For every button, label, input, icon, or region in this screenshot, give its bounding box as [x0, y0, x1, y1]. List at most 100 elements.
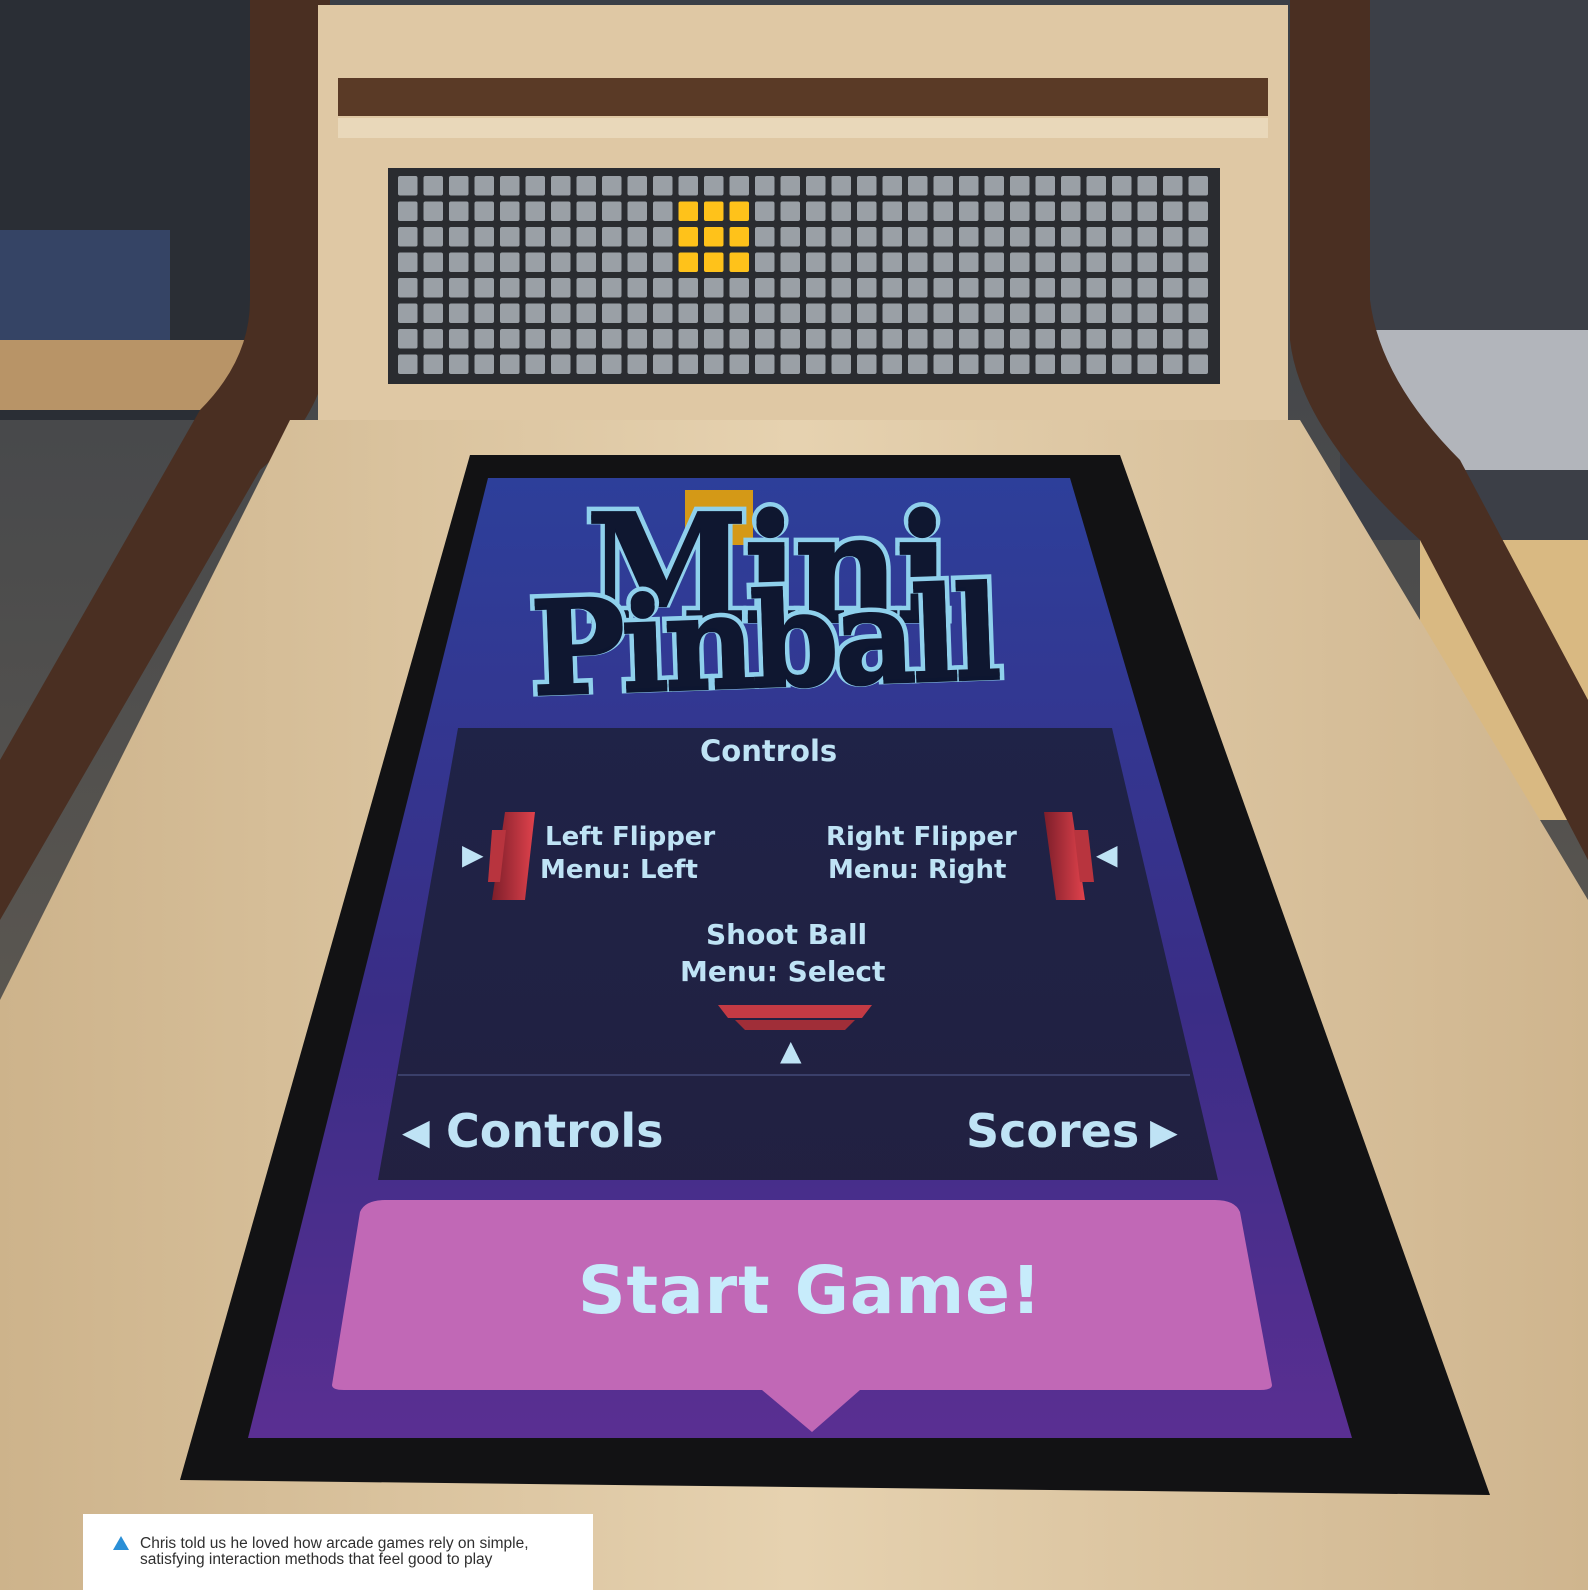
led-pixel [1061, 252, 1081, 272]
led-pixel [449, 329, 469, 349]
led-pixel [1061, 176, 1081, 196]
led-pixel [806, 354, 826, 374]
led-pixel [551, 201, 571, 221]
dot-matrix-frame [388, 168, 1220, 384]
led-pixel [500, 252, 520, 272]
led-pixel [857, 278, 877, 298]
led-pixel [1112, 329, 1132, 349]
led-pixel [474, 329, 494, 349]
led-pixel [525, 252, 545, 272]
led-pixel [576, 176, 596, 196]
led-pixel [959, 201, 979, 221]
led-pixel [857, 252, 877, 272]
nav-next-arrow-icon[interactable]: ▶ [1150, 1112, 1178, 1153]
led-pixel [1112, 354, 1132, 374]
led-pixel [525, 278, 545, 298]
right-flipper-label: Right Flipper [826, 822, 1017, 852]
led-pixel [755, 176, 775, 196]
led-pixel [627, 201, 647, 221]
led-pixel [1188, 252, 1208, 272]
led-pixel [423, 252, 443, 272]
caption-text: Chris told us he loved how arcade games … [140, 1535, 529, 1568]
led-pixel [780, 303, 800, 323]
led-pixel [1061, 227, 1081, 247]
led-pixel [908, 227, 928, 247]
led-pixel-lit [678, 252, 698, 272]
led-pixel [1035, 329, 1055, 349]
led-pixel [857, 227, 877, 247]
nav-controls-button[interactable]: Controls [446, 1104, 664, 1158]
led-pixel [1086, 227, 1106, 247]
led-pixel [831, 201, 851, 221]
led-pixel [1010, 252, 1030, 272]
led-pixel [525, 329, 545, 349]
led-pixel [933, 354, 953, 374]
led-pixel [882, 354, 902, 374]
led-pixel [576, 252, 596, 272]
led-pixel [1086, 354, 1106, 374]
led-pixel [1112, 176, 1132, 196]
led-pixel-lit [678, 201, 698, 221]
led-pixel [755, 329, 775, 349]
led-pixel [500, 278, 520, 298]
led-pixel [831, 303, 851, 323]
led-pixel [551, 176, 571, 196]
led-pixel [831, 329, 851, 349]
led-pixel [984, 227, 1004, 247]
led-pixel [500, 201, 520, 221]
led-pixel [780, 354, 800, 374]
led-pixel [806, 303, 826, 323]
led-pixel [627, 354, 647, 374]
led-pixel [729, 278, 749, 298]
led-pixel [959, 303, 979, 323]
led-pixel [959, 227, 979, 247]
led-pixel [882, 227, 902, 247]
led-pixel [474, 354, 494, 374]
led-pixel [474, 252, 494, 272]
led-pixel [933, 176, 953, 196]
led-pixel [474, 278, 494, 298]
led-pixel-lit [729, 201, 749, 221]
led-pixel [1035, 201, 1055, 221]
led-pixel [627, 252, 647, 272]
led-pixel [704, 303, 724, 323]
nav-prev-arrow-icon[interactable]: ◀ [402, 1112, 430, 1153]
led-pixel [653, 176, 673, 196]
led-pixel [576, 278, 596, 298]
led-pixel [882, 303, 902, 323]
led-pixel [1010, 329, 1030, 349]
led-pixel [1112, 278, 1132, 298]
led-pixel [959, 329, 979, 349]
led-pixel [780, 176, 800, 196]
led-pixel [984, 201, 1004, 221]
led-pixel [1163, 252, 1183, 272]
led-pixel [678, 329, 698, 349]
nav-scores-button[interactable]: Scores [966, 1104, 1139, 1158]
led-pixel [959, 278, 979, 298]
led-pixel [729, 176, 749, 196]
led-pixel [653, 303, 673, 323]
led-pixel [1188, 201, 1208, 221]
led-pixel-lit [729, 252, 749, 272]
caption-triangle-icon [113, 1536, 129, 1550]
led-pixel [1137, 201, 1157, 221]
led-pixel [755, 227, 775, 247]
led-pixel [1137, 354, 1157, 374]
led-pixel [908, 252, 928, 272]
shoot-ball-menu-label: Menu: Select [680, 955, 886, 988]
led-pixel [831, 278, 851, 298]
led-pixel [1112, 252, 1132, 272]
start-game-button[interactable]: Start Game! [578, 1252, 1042, 1329]
led-pixel [959, 176, 979, 196]
led-pixel-lit [678, 227, 698, 247]
left-flipper-menu-label: Menu: Left [540, 855, 698, 885]
led-pixel [398, 303, 418, 323]
led-pixel [831, 176, 851, 196]
led-pixel [525, 354, 545, 374]
led-pixel [1035, 227, 1055, 247]
led-pixel [1137, 303, 1157, 323]
led-pixel [780, 201, 800, 221]
led-pixel [704, 354, 724, 374]
controls-heading: Controls [700, 734, 838, 768]
led-pixel [882, 252, 902, 272]
